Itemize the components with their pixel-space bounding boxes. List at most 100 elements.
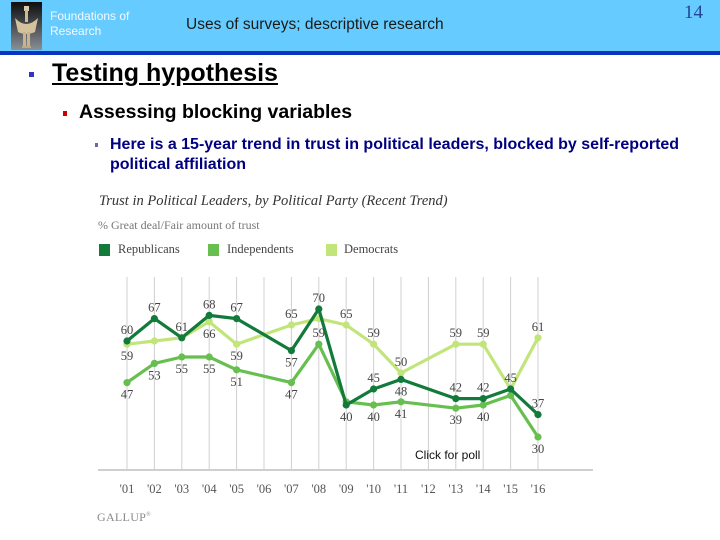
data-label-republicans: 67 — [230, 301, 243, 315]
legend-label-democrats: Democrats — [344, 242, 399, 256]
data-point-independents — [452, 404, 460, 412]
data-point-democrats — [534, 334, 542, 342]
data-label-republicans: 45 — [504, 371, 516, 385]
x-tick-label: '01 — [120, 482, 135, 496]
data-label-republicans: 48 — [395, 384, 408, 398]
x-tick-label: '08 — [311, 482, 326, 496]
data-label-independents: 53 — [148, 368, 161, 382]
data-point-democrats — [342, 321, 350, 329]
bullet-text-level3: Here is a 15-year trend in trust in poli… — [110, 136, 680, 173]
page-number: 14 — [684, 2, 703, 23]
gallup-logo: GALLUP® — [97, 510, 151, 525]
data-point-republicans — [507, 385, 515, 393]
x-tick-label: '16 — [531, 482, 546, 496]
data-point-independents — [150, 359, 158, 367]
data-label-democrats: 50 — [395, 355, 408, 369]
x-tick-label: '05 — [229, 482, 244, 496]
data-label-independents: 40 — [367, 410, 380, 424]
data-label-republicans: 57 — [285, 356, 298, 370]
figurine-logo-icon — [11, 2, 42, 50]
data-label-republicans: 42 — [477, 381, 490, 395]
data-point-independents — [205, 353, 213, 361]
data-label-republicans: 45 — [367, 371, 380, 385]
legend-swatch-democrats — [326, 244, 337, 256]
data-label-democrats: 65 — [285, 307, 298, 321]
x-tick-label: '12 — [421, 482, 436, 496]
data-label-republicans: 67 — [148, 301, 161, 315]
data-point-republicans — [342, 401, 350, 409]
data-label-independents: 47 — [285, 388, 298, 402]
data-point-republicans — [370, 385, 378, 393]
data-label-independents: 59 — [313, 326, 326, 340]
data-label-republicans: 70 — [313, 291, 326, 305]
data-label-democrats: 65 — [340, 307, 353, 321]
data-point-democrats — [150, 337, 158, 345]
slide-title: Uses of surveys; descriptive research — [186, 16, 444, 33]
gallup-logo-text: GALLUP — [97, 510, 147, 524]
data-label-republicans: 42 — [450, 381, 463, 395]
legend-label-independents: Independents — [227, 242, 294, 256]
data-label-democrats: 59 — [477, 326, 490, 340]
data-label-independents: 55 — [203, 362, 216, 376]
data-label-democrats: 59 — [450, 326, 463, 340]
square-bullet-icon — [95, 143, 98, 147]
course-name-line2: Research — [50, 24, 102, 38]
data-label-republicans: 40 — [340, 410, 353, 424]
course-name-line1: Foundations of — [50, 9, 130, 23]
data-label-independents: 51 — [230, 375, 243, 389]
data-point-republicans — [150, 315, 158, 323]
data-label-independents: 47 — [121, 388, 134, 402]
data-label-independents: 30 — [532, 442, 545, 456]
data-label-republicans: 37 — [532, 397, 545, 411]
data-point-independents — [397, 398, 405, 406]
data-point-independents — [479, 401, 487, 409]
data-point-independents — [123, 379, 131, 387]
data-point-republicans — [287, 347, 295, 355]
data-point-republicans — [315, 305, 323, 313]
series-line-republicans — [125, 307, 540, 416]
legend-swatch-independents — [208, 244, 219, 256]
square-bullet-icon — [63, 111, 67, 116]
x-tick-label: '02 — [147, 482, 162, 496]
x-tick-label: '03 — [174, 482, 189, 496]
data-label-independents: 39 — [450, 413, 463, 427]
data-label-democrats: 66 — [203, 327, 216, 341]
trust-chart: '01 '02 '03 '04 '05 '06 '07 '08 '09 '10 '11 '12 '13 '… — [90, 185, 605, 535]
data-point-republicans — [397, 375, 405, 383]
data-label-republicans: 61 — [176, 320, 189, 334]
chart-subtitle: % Great deal/Fair amount of trust — [98, 218, 260, 232]
data-point-independents — [287, 379, 295, 387]
x-tick-label: '09 — [339, 482, 354, 496]
data-point-democrats — [287, 321, 295, 329]
data-label-independents: 41 — [395, 407, 408, 421]
data-point-democrats — [370, 340, 378, 348]
data-point-democrats — [452, 340, 460, 348]
data-label-democrats: 59 — [367, 326, 380, 340]
course-name: Foundations of Research — [50, 9, 129, 39]
data-point-republicans — [534, 411, 542, 419]
data-label-independents: 55 — [176, 362, 189, 376]
data-point-republicans — [178, 334, 186, 342]
data-point-republicans — [233, 315, 241, 323]
x-tick-label: '11 — [394, 482, 408, 496]
data-point-independents — [178, 353, 186, 361]
square-bullet-icon — [29, 72, 34, 77]
chart-title: Trust in Political Leaders, by Political… — [99, 193, 448, 209]
data-point-republicans — [452, 395, 460, 403]
click-for-poll-link[interactable]: Click for poll — [415, 448, 480, 462]
data-point-republicans — [205, 311, 213, 319]
data-point-democrats — [479, 340, 487, 348]
data-label-democrats: 59 — [230, 349, 243, 363]
x-tick-label: '15 — [503, 482, 518, 496]
header-divider — [0, 51, 720, 55]
data-point-democrats — [233, 340, 241, 348]
x-tick-label: '10 — [366, 482, 381, 496]
data-point-independents — [233, 366, 241, 374]
data-label-democrats: 59 — [121, 349, 134, 363]
chart-canvas: '01 '02 '03 '04 '05 '06 '07 '08 '09 '10 '11 '12 '13 '… — [98, 277, 593, 496]
x-tick-label: '04 — [202, 482, 218, 496]
x-tick-label: '07 — [284, 482, 299, 496]
legend-swatch-republicans — [99, 244, 110, 256]
data-label-republicans: 60 — [121, 323, 134, 337]
registered-mark: ® — [146, 512, 151, 518]
